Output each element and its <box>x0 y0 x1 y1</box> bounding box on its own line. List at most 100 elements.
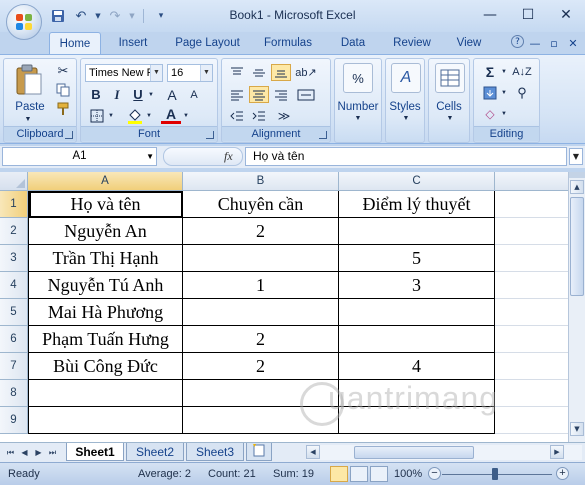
zoom-out-icon[interactable]: − <box>428 467 441 480</box>
cell-d1[interactable] <box>495 191 568 218</box>
cut-icon[interactable]: ✂ <box>54 63 72 79</box>
align-center-icon[interactable] <box>249 86 269 103</box>
row-header-4[interactable]: 4 <box>0 272 28 299</box>
cell-d9[interactable] <box>495 407 568 434</box>
row-header-5[interactable]: 5 <box>0 299 28 326</box>
cell-b4[interactable]: 1 <box>183 272 339 299</box>
page-break-view-icon[interactable] <box>370 466 388 482</box>
row-header-9[interactable]: 9 <box>0 407 28 434</box>
cell-c5[interactable] <box>339 299 495 326</box>
alignment-launcher-icon[interactable] <box>319 131 327 139</box>
ribbon-minimize-icon[interactable]: — <box>527 35 543 51</box>
autosum-dropdown-icon[interactable]: ▼ <box>500 63 508 80</box>
first-sheet-icon[interactable]: ⏮ <box>4 446 17 459</box>
tab-insert[interactable]: Insert <box>110 32 156 54</box>
insert-sheet-icon[interactable] <box>246 443 272 461</box>
align-middle-icon[interactable] <box>249 64 269 81</box>
horizontal-scroll-thumb[interactable] <box>354 446 474 459</box>
maximize-icon[interactable]: ☐ <box>509 0 547 30</box>
cell-b1[interactable]: Chuyên cần <box>183 191 339 218</box>
row-header-3[interactable]: 3 <box>0 245 28 272</box>
scroll-up-icon[interactable]: ▲ <box>570 180 584 194</box>
cell-a9[interactable] <box>29 407 183 434</box>
orientation-icon[interactable]: ab↗ <box>295 64 317 81</box>
cell-c1[interactable]: Điểm lý thuyết <box>339 191 495 218</box>
fill-color-dropdown-icon[interactable]: ▼ <box>145 107 153 124</box>
select-all-corner[interactable] <box>0 172 28 191</box>
font-size-select[interactable]: 16 ▼ <box>167 64 213 82</box>
row-header-8[interactable]: 8 <box>0 380 28 407</box>
cell-d3[interactable] <box>495 245 568 272</box>
cell-d4[interactable] <box>495 272 568 299</box>
sort-filter-icon[interactable]: A↓Z <box>510 63 534 80</box>
paste-label[interactable]: Paste <box>4 101 56 113</box>
underline-button[interactable]: U <box>129 86 147 103</box>
cell-d7[interactable] <box>495 353 568 380</box>
cell-a2[interactable]: Nguyễn An <box>29 218 183 245</box>
expand-formula-bar-icon[interactable]: ▼ <box>569 148 583 165</box>
sheet-tab-1[interactable]: Sheet1 <box>66 443 124 461</box>
row-header-2[interactable]: 2 <box>0 218 28 245</box>
zoom-slider-thumb[interactable] <box>492 468 498 480</box>
column-header-c[interactable]: C <box>339 172 495 191</box>
find-select-icon[interactable]: ⚲ <box>510 84 534 101</box>
sheet-tab-2[interactable]: Sheet2 <box>126 443 184 461</box>
shrink-font-icon[interactable]: A <box>185 86 203 103</box>
cell-a6[interactable]: Phạm Tuấn Hưng <box>29 326 183 353</box>
grow-font-icon[interactable]: A <box>163 86 181 103</box>
cell-d2[interactable] <box>495 218 568 245</box>
autosum-icon[interactable]: Σ <box>479 63 501 80</box>
cell-a4[interactable]: Nguyễn Tú Anh <box>29 272 183 299</box>
tab-home[interactable]: Home <box>49 32 101 54</box>
minimize-icon[interactable]: — <box>471 0 509 30</box>
ribbon-close-icon[interactable]: ✕ <box>565 35 581 51</box>
zoom-level[interactable]: 100% <box>394 468 422 480</box>
tab-data[interactable]: Data <box>332 32 374 54</box>
prev-sheet-icon[interactable]: ◀ <box>18 446 31 459</box>
font-launcher-icon[interactable] <box>206 131 214 139</box>
close-icon[interactable]: ✕ <box>547 0 585 30</box>
italic-button[interactable]: I <box>108 86 126 103</box>
column-header-a[interactable]: A <box>28 172 183 191</box>
group-cells[interactable]: Cells ▼ <box>428 58 470 143</box>
column-header-b[interactable]: B <box>183 172 339 191</box>
cell-d5[interactable] <box>495 299 568 326</box>
group-styles[interactable]: A Styles ▼ <box>385 58 425 143</box>
align-left-icon[interactable] <box>227 86 247 103</box>
cell-c3[interactable]: 5 <box>339 245 495 272</box>
tab-view[interactable]: View <box>449 32 489 54</box>
copy-icon[interactable] <box>54 82 72 98</box>
cell-b2[interactable]: 2 <box>183 218 339 245</box>
horizontal-scrollbar[interactable]: ◀ ▶ <box>306 445 582 460</box>
group-number[interactable]: % Number ▼ <box>334 58 382 143</box>
cell-c4[interactable]: 3 <box>339 272 495 299</box>
fill-color-icon[interactable] <box>125 107 145 124</box>
tab-review[interactable]: Review <box>387 32 437 54</box>
decrease-indent-icon[interactable] <box>227 107 247 124</box>
fill-icon[interactable] <box>479 84 501 101</box>
paste-icon[interactable] <box>12 63 46 99</box>
align-bottom-icon[interactable] <box>271 64 291 81</box>
row-header-7[interactable]: 7 <box>0 353 28 380</box>
row-header-6[interactable]: 6 <box>0 326 28 353</box>
font-name-select[interactable]: Times New Rc ▼ <box>85 64 163 82</box>
merge-center-icon[interactable] <box>295 86 317 103</box>
format-painter-icon[interactable] <box>54 101 72 117</box>
paste-dropdown-icon[interactable]: ▼ <box>18 116 38 123</box>
underline-dropdown-icon[interactable]: ▼ <box>147 86 155 103</box>
scroll-down-icon[interactable]: ▼ <box>570 422 584 436</box>
page-layout-view-icon[interactable] <box>350 466 368 482</box>
borders-icon[interactable] <box>87 107 107 124</box>
row-header-1[interactable]: 1 <box>0 191 28 218</box>
fill-dropdown-icon[interactable]: ▼ <box>500 84 508 101</box>
cell-b7[interactable]: 2 <box>183 353 339 380</box>
column-header-d[interactable] <box>495 172 568 191</box>
vertical-scroll-thumb[interactable] <box>570 197 584 296</box>
borders-dropdown-icon[interactable]: ▼ <box>107 107 115 124</box>
last-sheet-icon[interactable]: ⏭ <box>46 446 59 459</box>
sheet-tab-3[interactable]: Sheet3 <box>186 443 244 461</box>
cell-b6[interactable]: 2 <box>183 326 339 353</box>
tab-page-layout[interactable]: Page Layout <box>170 32 245 54</box>
vertical-scrollbar[interactable]: ▲ ▼ <box>568 172 585 442</box>
increase-indent-icon[interactable] <box>249 107 269 124</box>
